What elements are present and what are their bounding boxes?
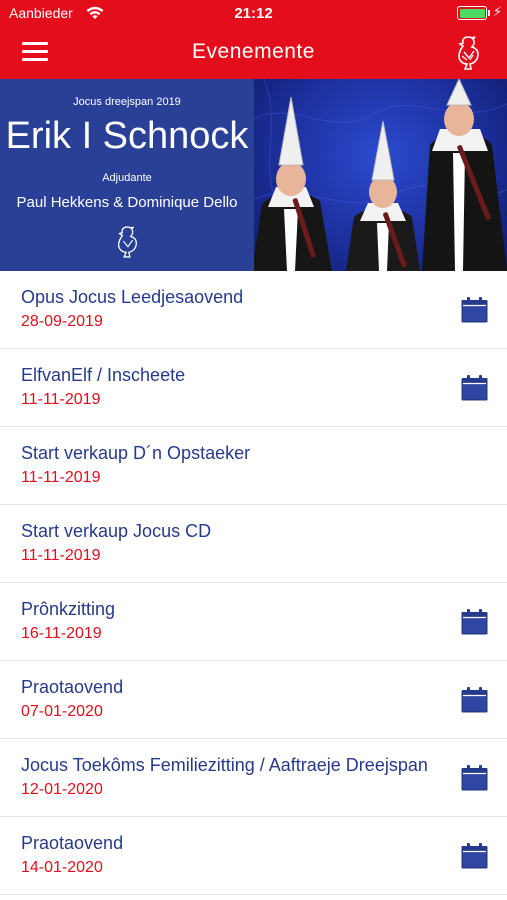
event-date: 11-11-2019 [21,547,101,564]
event-date: 16-11-2019 [21,625,102,642]
event-list-item[interactable]: ElfvanElf / Inscheete 11-11-2019 [0,349,507,427]
event-list-item[interactable]: Prônkzitting 16-11-2019 [0,583,507,661]
calendar-icon[interactable] [461,375,488,401]
event-date: 28-09-2019 [21,313,103,330]
group-photo [254,79,507,271]
event-list-item[interactable]: Jocus Toekôms Femiliezitting / Aaftraeje… [0,739,507,817]
status-bar: Aanbieder 21:12 ⚡ [0,0,507,28]
group-photo-illustration [254,79,507,271]
top-bar: Aanbieder 21:12 ⚡ Evenemente [0,0,507,79]
calendar-icon[interactable] [461,297,488,323]
event-title: Prônkzitting [21,599,116,619]
event-date: 11-11-2019 [21,391,101,408]
event-title: Jocus Toekôms Femiliezitting / Aaftraeje… [21,755,428,775]
calendar-icon[interactable] [461,687,488,713]
event-title: Opus Jocus Leedjesaovend [21,287,244,307]
banner-subtitle: Jocus dreejspan 2019 [73,96,181,108]
event-title: ElfvanElf / Inscheete [21,365,186,385]
rooster-logo-icon [458,36,479,70]
banner-name: Erik I Schnock [5,115,249,157]
banner-role-label: Adjudante [102,172,152,184]
battery-cap [488,10,490,16]
event-title: Start verkaup D´n Opstaeker [21,443,251,463]
banner-info-panel: Jocus dreejspan 2019 Erik I Schnock Adju… [0,79,254,271]
event-date: 11-11-2019 [21,469,101,486]
banner-adjudants: Paul Hekkens & Dominique Dello [16,194,238,211]
clock: 21:12 [234,5,273,22]
calendar-icon[interactable] [461,765,488,791]
event-list-item[interactable]: Start verkaup D´n Opstaeker 11-11-2019 [0,427,507,505]
header-banner: Jocus dreejspan 2019 Erik I Schnock Adju… [0,79,507,271]
navigation-bar: Evenemente [0,28,507,79]
event-list-item[interactable]: Start verkaup Jocus CD 11-11-2019 [0,505,507,583]
event-list: Opus Jocus Leedjesaovend 28-09-2019 Elfvan… [0,271,507,895]
event-title: Praotaovend [21,833,124,853]
event-title: Start verkaup Jocus CD [21,521,212,541]
event-title: Praotaovend [21,677,124,697]
rooster-logo-icon [117,226,137,258]
battery-icon [457,6,487,20]
event-date: 07-01-2020 [21,703,103,720]
calendar-icon[interactable] [461,843,488,869]
calendar-icon[interactable] [461,609,488,635]
battery-fill [459,8,485,18]
event-list-item[interactable]: Opus Jocus Leedjesaovend 28-09-2019 [0,271,507,349]
event-list-item[interactable]: Praotaovend 14-01-2020 [0,817,507,895]
event-date: 12-01-2020 [21,781,103,798]
page-title: Evenemente [192,40,315,63]
event-date: 14-01-2020 [21,859,103,876]
charging-bolt-icon: ⚡ [492,4,502,19]
event-list-item[interactable]: Praotaovend 07-01-2020 [0,661,507,739]
